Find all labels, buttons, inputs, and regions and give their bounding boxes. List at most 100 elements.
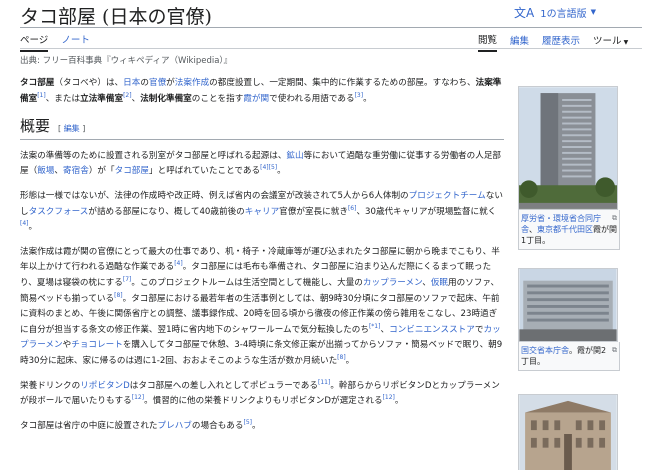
tab-tools-label: ツール <box>593 36 622 47</box>
text: の場合もある <box>191 420 244 431</box>
section-title: 概要 <box>20 117 51 136</box>
link-chocolate[interactable]: チョコレート <box>71 340 123 350</box>
caption-link[interactable]: 国交省本庁舎 <box>521 346 569 355</box>
namespace-tabs: ページ ノート <box>20 32 90 52</box>
ref-link[interactable]: [4] <box>260 165 269 172</box>
link-lipovitan-d[interactable]: リポビタンD <box>80 381 130 391</box>
ref-link[interactable]: [3] <box>355 92 364 99</box>
ref-link[interactable]: [2] <box>123 92 132 99</box>
chevron-down-icon: ▼ <box>590 8 596 16</box>
ref-link[interactable]: [12] <box>132 394 144 401</box>
link-prefab[interactable]: プレハブ <box>158 421 192 431</box>
text: 、 <box>54 166 64 177</box>
link-convenience-store[interactable]: コンビニエンスストア <box>389 325 475 335</box>
language-button[interactable]: 文A 1の言語版 ▼ <box>514 2 644 22</box>
text: （タコべや）は、 <box>54 78 124 88</box>
link-bill-drafting[interactable]: 法案作成 <box>175 78 209 88</box>
bracket: [ <box>58 124 62 134</box>
term-bold: 立法準備室 <box>80 93 124 104</box>
section-edit: [ 編集 ] <box>58 124 85 133</box>
text: 官僚が室長に就き <box>279 206 348 217</box>
source-line: 出典: フリー百科事典『ウィキペディア（Wikipedia）』 <box>20 56 233 66</box>
text: 。 <box>28 222 38 233</box>
ref-link[interactable]: [1] <box>37 92 46 99</box>
text: 。 <box>251 420 261 431</box>
enlarge-icon[interactable]: ⧉ <box>612 213 617 224</box>
text: 、 <box>131 93 141 104</box>
paragraph-work: 法案作成は霞が関の官僚にとって最大の仕事であり、机・椅子・冷蔵庫等が運び込まれた… <box>20 245 504 370</box>
text: で使われる用語である <box>269 93 355 104</box>
link-japan[interactable]: 日本 <box>123 78 140 88</box>
paragraph-prefab: タコ部屋は省庁の中庭に設置されたプレハブの場合もある[5]。 <box>20 419 504 435</box>
term-bold: タコ部屋 <box>20 78 55 88</box>
text: タコ部屋は省庁の中庭に設置された <box>20 420 158 431</box>
link-career[interactable]: キャリア <box>245 207 279 217</box>
ref-link[interactable]: [5] <box>243 419 252 426</box>
text: 、または <box>45 93 81 104</box>
enlarge-icon[interactable]: ⧉ <box>612 345 617 356</box>
section-edit-link[interactable]: 編集 <box>64 124 80 133</box>
text: 。 <box>345 355 355 366</box>
link-dormitory[interactable]: 寄宿舎 <box>63 166 89 176</box>
text: 。 <box>394 396 404 407</box>
caption-link[interactable]: 東京都千代田区 <box>537 225 593 234</box>
link-hanba[interactable]: 飯場 <box>37 166 54 176</box>
text: 法案の準備等のために設置される別室がタコ部屋と呼ばれる起源は、 <box>20 150 287 161</box>
link-bureaucrat[interactable]: 官僚 <box>149 78 166 88</box>
chevron-down-icon: ▼ <box>623 39 629 46</box>
bracket: ] <box>82 124 86 134</box>
page-title: タコ部屋 (日本の官僚) <box>20 6 212 28</box>
text: 、30歳代キャリアが現場監督に就く <box>356 206 497 217</box>
link-mine[interactable]: 鉱山 <box>286 151 303 161</box>
link-cup-ramen[interactable]: カップラーメン <box>363 278 422 288</box>
article-body: タコ部屋（タコべや）は、日本の官僚が法案作成の都度設置し、一定期間、集中的に作業… <box>20 76 504 443</box>
text: 栄養ドリンクの <box>20 380 81 391</box>
paragraph-origin: 法案の準備等のために設置される別室がタコ部屋と呼ばれる起源は、鉱山等において過酷… <box>20 149 504 180</box>
ref-link[interactable]: [12] <box>383 394 395 401</box>
text: が <box>166 78 175 88</box>
text: 。慣習的に他の栄養ドリンクよりもリポビタンDが選定される <box>144 396 383 407</box>
tab-page[interactable]: ページ <box>20 32 49 52</box>
title-divider <box>20 27 642 28</box>
link-tako-beya[interactable]: タコ部屋 <box>115 166 149 176</box>
intro-paragraph: タコ部屋（タコべや）は、日本の官僚が法案作成の都度設置し、一定期間、集中的に作業… <box>20 76 504 107</box>
link-task-force[interactable]: タスクフォース <box>29 207 89 217</box>
text: 、 <box>422 277 431 288</box>
tab-talk[interactable]: ノート <box>61 32 90 52</box>
mlit-building-photo[interactable] <box>518 268 618 342</box>
ref-link[interactable]: [5] <box>269 165 278 172</box>
link-project-team[interactable]: プロジェクトチーム <box>409 191 486 201</box>
figure-mlit-building: ⧉ 国交省本庁舎。霞が関2丁目。 <box>518 268 620 371</box>
ref-link[interactable]: [8] <box>337 354 346 361</box>
text: 。 <box>277 166 286 177</box>
translate-icon: 文A <box>514 5 535 20</box>
view-tabs: 閲覧 編集 履歴表示 ツール ▼ <box>478 32 628 52</box>
tab-read[interactable]: 閲覧 <box>478 32 498 52</box>
figure-caption: ⧉ 厚労省・環境省合同庁舎、東京都千代田区霞が関1丁目。 <box>518 210 620 250</box>
figure-caption: ⧉ 国交省本庁舎。霞が関2丁目。 <box>518 342 620 371</box>
paragraph-form: 形態は一様ではないが、法律の作成時や改正時、例えば省内の会議室が改装されて5人か… <box>20 189 504 236</box>
figure-historic-building <box>518 394 620 470</box>
text: の都度設置し、一定期間、集中的に作業するための部屋。すなわち、 <box>209 78 476 88</box>
text: ）が「 <box>88 166 115 177</box>
term-bold: 法制化準備室 <box>140 93 192 104</box>
text: 。 <box>363 93 372 104</box>
section-heading-overview: 概要 [ 編集 ] <box>20 117 504 140</box>
caption-text: 、 <box>529 225 537 234</box>
ref-link[interactable]: [4] <box>20 220 29 227</box>
ref-link[interactable]: [8] <box>114 292 123 299</box>
ref-link[interactable]: [4] <box>174 260 183 267</box>
text: 。このプロジェクトルームは生活空間として機能し、大量の <box>131 277 363 288</box>
historic-building-photo[interactable] <box>518 394 618 470</box>
ref-link[interactable]: [11] <box>318 379 330 386</box>
language-button-label: 1の言語版 <box>540 8 587 20</box>
mhlw-building-photo[interactable] <box>518 86 618 210</box>
note-link[interactable]: [*1] <box>369 323 381 330</box>
link-nap[interactable]: 仮眠 <box>431 278 448 288</box>
tabs-divider <box>20 48 642 49</box>
text: のことを指す <box>191 93 244 104</box>
paragraph-drinks: 栄養ドリンクのリポビタンDはタコ部屋への差し入れとしてポピュラーである[11] 。… <box>20 379 504 410</box>
text: 、 <box>380 324 390 335</box>
link-kasumigaseki[interactable]: 霞が関 <box>243 94 269 104</box>
text: はタコ部屋への差し入れとしてポピュラーである <box>129 380 318 391</box>
